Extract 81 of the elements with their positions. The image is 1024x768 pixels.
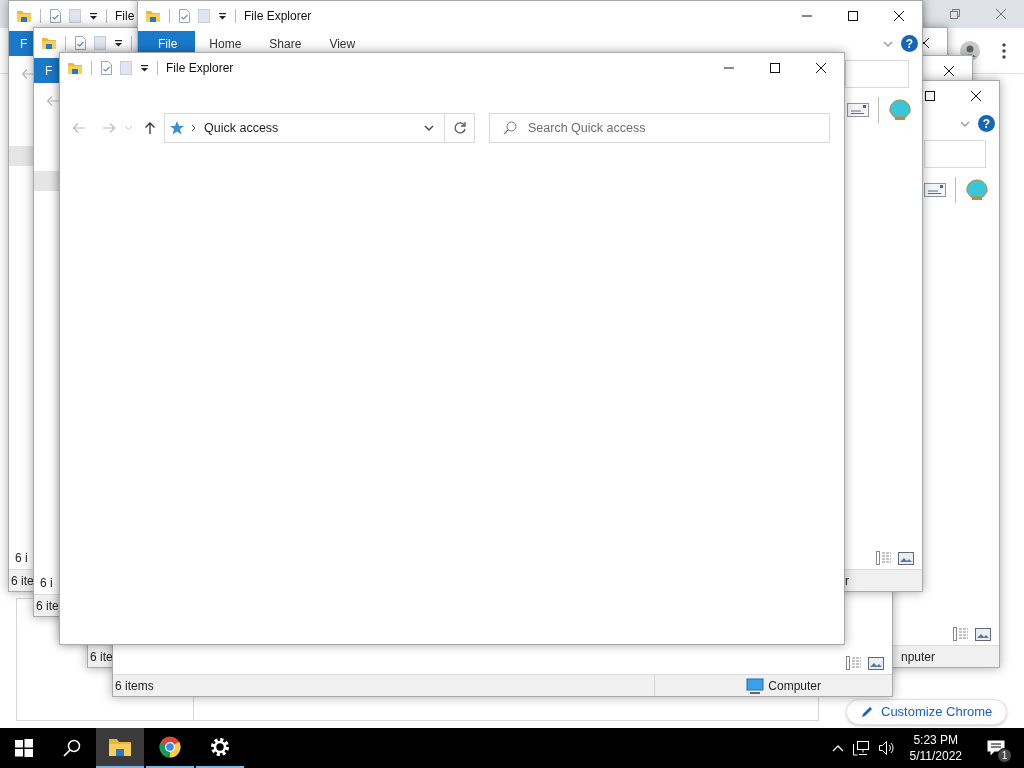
properties-icon[interactable] bbox=[49, 9, 61, 23]
status-text: 6 ite bbox=[36, 597, 59, 615]
clock-date[interactable]: 5/11/2022 bbox=[909, 748, 962, 765]
properties-icon[interactable] bbox=[100, 61, 112, 75]
customize-toolbar-icon[interactable] bbox=[89, 12, 98, 20]
close-icon[interactable] bbox=[944, 66, 954, 76]
search-field[interactable] bbox=[845, 60, 909, 88]
start-icon[interactable] bbox=[15, 739, 33, 757]
expand-ribbon-icon[interactable] bbox=[883, 40, 893, 47]
folder-icon bbox=[145, 9, 161, 23]
gear-icon bbox=[210, 737, 230, 757]
window-title: File Explorer bbox=[244, 8, 312, 25]
maximize-icon[interactable] bbox=[848, 11, 858, 21]
volume-icon[interactable] bbox=[877, 740, 896, 756]
location-label: Computer bbox=[768, 677, 821, 695]
large-icons-view-icon[interactable] bbox=[898, 551, 914, 565]
maximize-icon[interactable] bbox=[925, 91, 935, 101]
help-button[interactable]: ? bbox=[978, 115, 995, 132]
item-count: 6 i bbox=[15, 550, 28, 567]
expand-ribbon-icon[interactable] bbox=[960, 120, 970, 127]
search-icon[interactable] bbox=[63, 739, 81, 757]
status-text: 6 ite bbox=[11, 572, 34, 590]
window-title: File bbox=[115, 8, 135, 25]
large-icons-view-icon[interactable] bbox=[868, 656, 884, 670]
search-box[interactable]: Search Quick access bbox=[489, 113, 830, 143]
close-icon[interactable] bbox=[971, 91, 981, 101]
ribbon-tab[interactable]: View bbox=[315, 31, 370, 56]
ribbon-tab[interactable]: F bbox=[9, 31, 34, 56]
folder-icon bbox=[16, 9, 32, 23]
up-icon[interactable] bbox=[144, 121, 156, 135]
preview-pane-icon[interactable] bbox=[847, 103, 869, 117]
item-count: 6 i bbox=[40, 575, 53, 592]
search-field[interactable] bbox=[924, 140, 986, 168]
breadcrumb-item[interactable]: Quick access bbox=[204, 118, 279, 138]
pencil-icon bbox=[861, 706, 873, 718]
customize-button[interactable]: Customize Chrome bbox=[846, 699, 1008, 725]
properties-icon[interactable] bbox=[178, 9, 190, 23]
computer-icon bbox=[746, 677, 765, 694]
menu-icon[interactable] bbox=[1002, 42, 1006, 59]
search-icon bbox=[503, 121, 517, 135]
customize-toolbar-icon[interactable] bbox=[140, 64, 149, 72]
location-label: r bbox=[845, 572, 849, 590]
shell-icon[interactable] bbox=[965, 179, 989, 201]
caret-up-icon[interactable] bbox=[831, 744, 844, 752]
location-label: nputer bbox=[900, 648, 935, 666]
large-icons-view-icon[interactable] bbox=[975, 627, 991, 641]
dropdown-icon[interactable] bbox=[424, 125, 434, 131]
refresh-icon[interactable] bbox=[452, 121, 467, 135]
address-bar[interactable]: Quick access bbox=[164, 113, 445, 143]
folder-icon bbox=[41, 36, 57, 50]
star-icon bbox=[169, 120, 185, 136]
properties-icon[interactable] bbox=[74, 36, 86, 50]
refresh-button[interactable] bbox=[445, 113, 475, 143]
notification-badge: 1 bbox=[997, 748, 1012, 763]
folder-icon bbox=[108, 737, 132, 757]
taskbar-button[interactable] bbox=[96, 728, 144, 768]
folder-icon bbox=[67, 61, 83, 75]
customize-toolbar-icon[interactable] bbox=[218, 12, 227, 20]
status-text: 6 items bbox=[115, 677, 154, 695]
preview-pane-icon[interactable] bbox=[924, 183, 946, 197]
network-icon[interactable] bbox=[851, 740, 870, 756]
customize-toolbar-icon[interactable] bbox=[114, 39, 123, 47]
details-view-icon[interactable] bbox=[953, 627, 969, 641]
close-icon[interactable] bbox=[894, 11, 904, 21]
search-input[interactable]: Search Quick access bbox=[528, 118, 829, 138]
back-icon[interactable] bbox=[21, 68, 35, 80]
ribbon-tab[interactable]: F bbox=[34, 58, 59, 83]
status-text: 6 ite bbox=[90, 648, 113, 666]
close-icon[interactable] bbox=[816, 63, 826, 73]
ribbon-tab[interactable]: Home bbox=[195, 31, 256, 56]
restore-icon[interactable] bbox=[950, 9, 960, 19]
clock-time[interactable]: 5:23 PM bbox=[913, 731, 959, 748]
browser-icon bbox=[159, 736, 181, 758]
details-view-icon[interactable] bbox=[846, 656, 862, 670]
window-title: File Explorer bbox=[166, 60, 234, 77]
maximize-icon[interactable] bbox=[770, 63, 780, 73]
chevron-icon[interactable] bbox=[191, 124, 196, 132]
help-button[interactable]: ? bbox=[901, 35, 918, 52]
shell-icon[interactable] bbox=[888, 99, 912, 121]
details-view-icon[interactable] bbox=[876, 551, 892, 565]
ribbon-tab[interactable]: Share bbox=[255, 31, 316, 56]
